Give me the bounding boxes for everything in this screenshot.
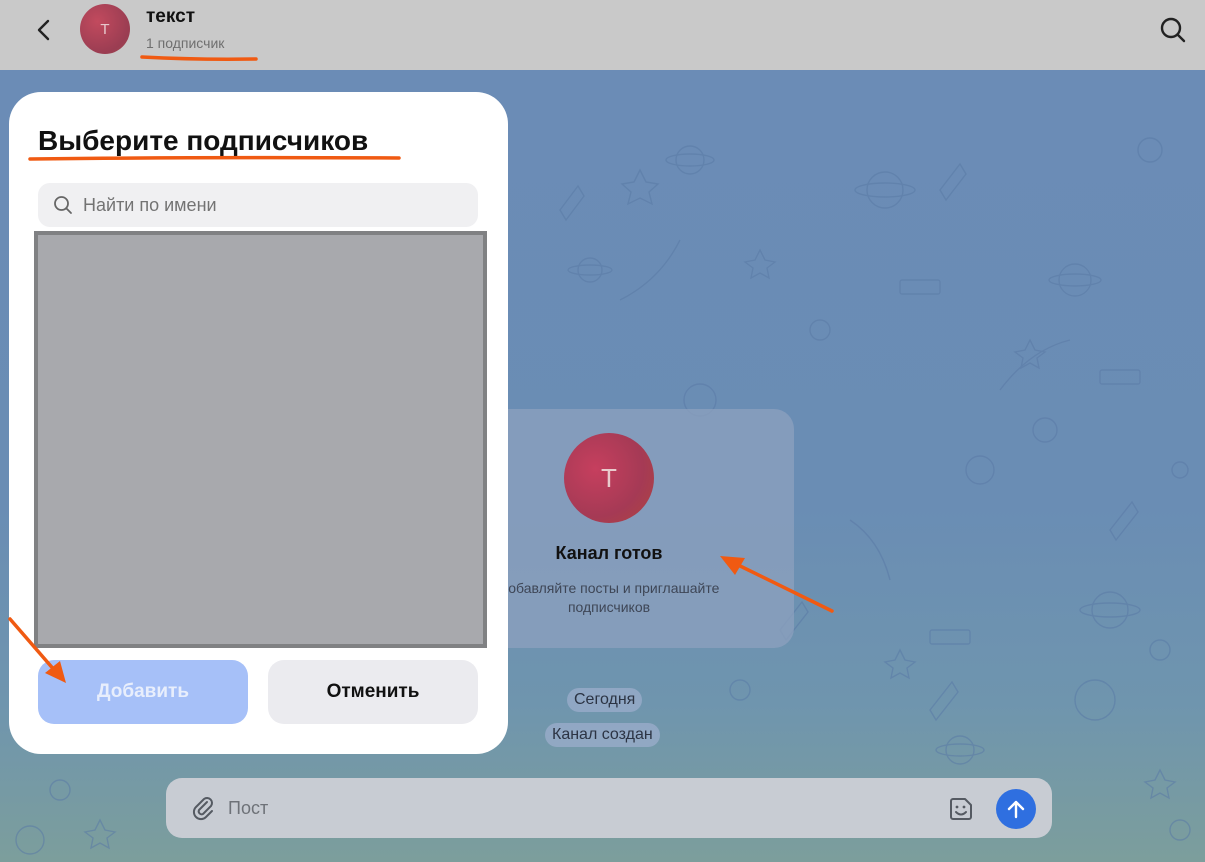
channel-avatar[interactable]: T [80, 4, 130, 54]
channel-avatar-large: T [564, 433, 654, 523]
select-subscribers-dialog: Выберите подписчиков Добавить Отменить [9, 92, 508, 754]
add-button[interactable]: Добавить [38, 660, 248, 724]
back-button[interactable] [28, 14, 60, 46]
search-icon [1160, 17, 1186, 43]
chevron-left-icon [37, 19, 50, 41]
cancel-button[interactable]: Отменить [268, 660, 478, 724]
arrow-up-icon [1007, 800, 1025, 819]
avatar-letter: T [601, 462, 617, 493]
search-button[interactable] [1157, 14, 1189, 46]
search-field[interactable] [38, 183, 478, 227]
post-input[interactable] [228, 796, 918, 820]
chat-header: T текст 1 подписчик [0, 0, 1205, 70]
message-composer [166, 778, 1052, 838]
dialog-title: Выберите подписчиков [38, 125, 369, 156]
sticker-icon [950, 798, 972, 820]
service-message: Канал создан [545, 723, 660, 747]
send-button[interactable] [996, 789, 1036, 829]
subscribers-list[interactable] [34, 231, 487, 648]
subscriber-count[interactable]: 1 подписчик [146, 35, 224, 51]
paperclip-icon [192, 797, 213, 821]
search-input[interactable] [83, 193, 463, 217]
card-description: Добавляйте посты и приглашайте подписчик… [498, 580, 720, 615]
search-icon [54, 196, 72, 214]
avatar-letter: T [100, 20, 110, 38]
channel-title[interactable]: текст [146, 6, 195, 28]
sticker-button[interactable] [946, 794, 976, 824]
date-badge: Сегодня [567, 688, 643, 712]
attach-button[interactable] [188, 793, 218, 823]
